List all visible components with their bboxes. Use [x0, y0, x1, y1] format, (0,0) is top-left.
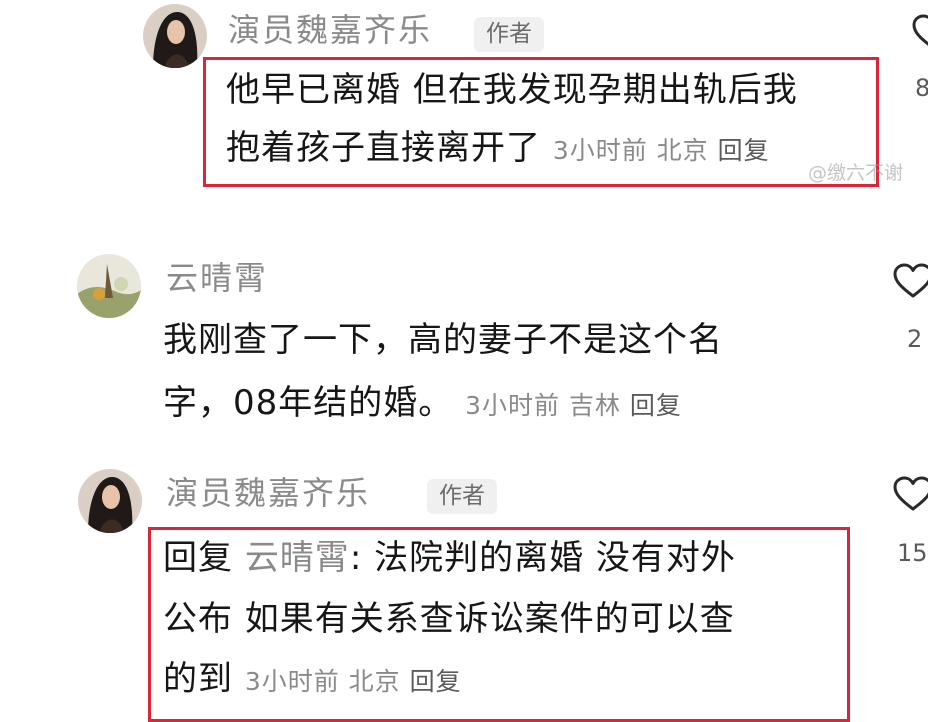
comment-meta: 3小时前 北京 回复 — [553, 136, 770, 165]
comment-time: 3小时前 — [465, 391, 560, 420]
author-name[interactable]: 云晴霄 — [166, 262, 268, 294]
comment-text: 字，08年结的婚。 — [163, 383, 454, 423]
comment-text: 抱着孩子直接离开了 — [226, 128, 541, 168]
reply-button[interactable]: 回复 — [410, 667, 462, 696]
like-count: 8 — [915, 74, 928, 102]
comment-location: 吉林 — [568, 391, 621, 420]
comment-text-line: 公布 如果有关系查诉讼案件的可以查 — [163, 599, 735, 639]
reply-button[interactable]: 回复 — [718, 136, 770, 165]
comment-text-line: 我刚查了一下，高的妻子不是这个名 — [163, 320, 723, 360]
heart-outline-icon[interactable] — [912, 14, 928, 54]
comment-location: 北京 — [348, 667, 401, 696]
avatar[interactable] — [77, 254, 141, 318]
like-count: 15 — [897, 539, 928, 567]
avatar-image — [143, 4, 207, 68]
watermark-text: @缴六不谢 — [808, 162, 904, 184]
comment-text-line: 回复 云晴霄: 法院判的离婚 没有对外 — [163, 541, 736, 575]
comment-text-line: 他早已离婚 但在我发现孕期出轨后我 — [226, 70, 798, 110]
comment-location: 北京 — [656, 136, 709, 165]
comment-meta: 3小时前 吉林 回复 — [465, 391, 682, 420]
comment-text-line: 抱着孩子直接离开了 3小时前 北京 回复 — [226, 131, 770, 165]
avatar-image — [78, 469, 142, 533]
comment-text-line: 的到 3小时前 北京 回复 — [163, 662, 462, 696]
reply-target-name[interactable]: 云晴霄 — [245, 538, 350, 578]
heart-outline-icon[interactable] — [893, 263, 928, 303]
comment-text: 的到 — [163, 659, 233, 699]
avatar[interactable] — [78, 469, 142, 533]
heart-outline-icon[interactable] — [893, 476, 928, 516]
avatar-image — [77, 254, 141, 318]
like-count: 2 — [907, 325, 923, 353]
reply-prefix: 回复 — [163, 538, 233, 578]
comment-meta: 3小时前 北京 回复 — [245, 667, 462, 696]
comment-time: 3小时前 — [552, 136, 648, 165]
author-name[interactable]: 演员魏嘉齐乐 — [166, 477, 370, 509]
author-badge: 作者 — [474, 17, 544, 52]
comment-text-line: 字，08年结的婚。 3小时前 吉林 回复 — [163, 386, 682, 420]
author-name[interactable]: 演员魏嘉齐乐 — [228, 14, 432, 46]
reply-button[interactable]: 回复 — [630, 391, 682, 420]
author-badge: 作者 — [427, 479, 497, 514]
comment-text: : 法院判的离婚 没有对外 — [349, 538, 736, 578]
avatar[interactable] — [143, 4, 207, 68]
comment-time: 3小时前 — [244, 667, 340, 696]
